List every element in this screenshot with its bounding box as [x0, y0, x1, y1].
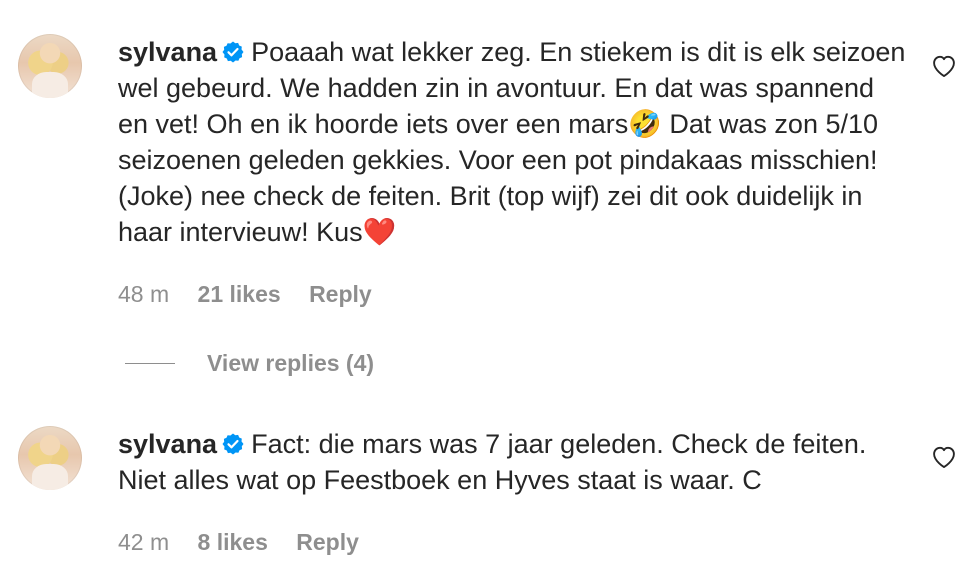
view-replies-button[interactable]: View replies (4)	[207, 350, 374, 377]
avatar[interactable]	[18, 426, 82, 490]
likes-count[interactable]: 8 likes	[198, 529, 268, 555]
verified-badge-icon	[222, 433, 244, 455]
likes-count[interactable]: 21 likes	[198, 281, 281, 307]
view-replies-row[interactable]: View replies (4)	[125, 350, 374, 377]
replies-divider-line	[125, 363, 175, 364]
comment-meta: 48 m 21 likes Reply	[118, 281, 394, 308]
avatar[interactable]	[18, 34, 82, 98]
comment-text-block: sylvana Fact: die mars was 7 jaar gelede…	[118, 426, 908, 498]
comment-body: Poaaah wat lekker zeg. En stiekem is dit…	[118, 37, 906, 247]
username[interactable]: sylvana	[118, 37, 217, 67]
reply-button[interactable]: Reply	[309, 281, 372, 307]
comment-time: 42 m	[118, 529, 170, 555]
comment-meta: 42 m 8 likes Reply	[118, 529, 381, 556]
comment-text-block: sylvana Poaaah wat lekker zeg. En stieke…	[118, 34, 908, 250]
heart-outline-icon[interactable]	[930, 443, 958, 469]
username[interactable]: sylvana	[118, 429, 217, 459]
reply-button[interactable]: Reply	[296, 529, 359, 555]
verified-badge-icon	[222, 41, 244, 63]
heart-outline-icon[interactable]	[930, 52, 958, 78]
comment-time: 48 m	[118, 281, 170, 307]
